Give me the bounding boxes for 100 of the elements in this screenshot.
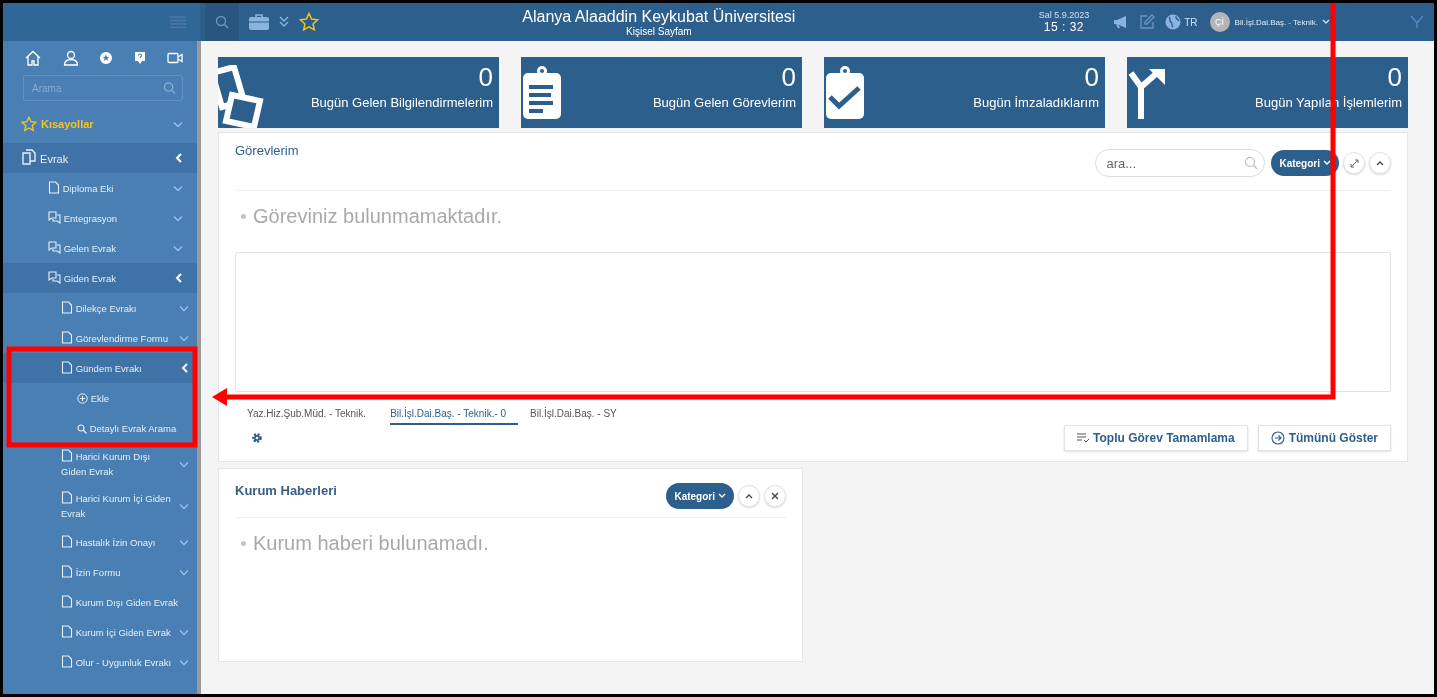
stat-card[interactable]: 0 Bugün İmzaladıklarım: [824, 57, 1105, 128]
expand-button[interactable]: [1343, 152, 1365, 174]
stat-count: 0: [478, 61, 493, 94]
sidebar-item[interactable]: Harici Kurum Dışı Giden Evrak: [3, 443, 197, 485]
sidebar-item[interactable]: Detaylı Evrak Arama: [3, 413, 197, 443]
chevron-down-icon: [179, 502, 189, 510]
globe-icon: [1165, 14, 1182, 30]
document-icon: [61, 654, 73, 668]
search-icon: [77, 423, 87, 434]
sidebar-item[interactable]: Olur - Uygunluk Evrakı: [3, 647, 197, 677]
chevron-down-icon: [179, 304, 189, 312]
sidebar-item[interactable]: İzin Formu: [3, 557, 197, 587]
category-dropdown[interactable]: Kategori: [1271, 150, 1339, 176]
tab[interactable]: Bil.İşl.Dai.Baş. - Teknik.- 0: [390, 406, 519, 425]
close-button[interactable]: [764, 485, 786, 507]
document-icon: [61, 491, 73, 504]
stat-count: 0: [1084, 61, 1099, 94]
chevron-down-icon: [179, 568, 189, 576]
help-icon[interactable]: [133, 51, 146, 65]
shortcuts-item[interactable]: Kısayollar: [3, 105, 197, 143]
home-icon[interactable]: [25, 50, 41, 66]
sidebar-item[interactable]: Evrak: [3, 143, 197, 173]
stat-card[interactable]: 0 Bugün Gelen Bilgilendirmelerim: [218, 57, 499, 128]
sidebar-item[interactable]: Entegrasyon: [3, 203, 197, 233]
caret-icon: [718, 493, 726, 499]
briefcase-icon[interactable]: [249, 14, 269, 30]
collapse-button[interactable]: [1369, 152, 1391, 174]
stat-count: 0: [781, 61, 796, 94]
document-icon: [61, 534, 73, 548]
video-camera-icon[interactable]: [167, 52, 183, 64]
stat-label: Bugün Gelen Bilgilendirmelerim: [310, 94, 493, 112]
document-icon: [61, 624, 73, 638]
sidebar-item[interactable]: Giden Evrak: [3, 263, 197, 293]
chevron-left-icon: [181, 363, 189, 373]
caret-icon: [1323, 160, 1331, 166]
document-icon: [61, 594, 73, 608]
stat-card[interactable]: 0 Bugün Gelen Görevlerim: [521, 57, 802, 128]
chevron-down-icon: [173, 214, 183, 222]
search-icon: [1244, 156, 1259, 170]
language-selector[interactable]: TR: [1165, 14, 1198, 30]
user-menu[interactable]: Bil.İşl.Dai.Baş. - Teknik.: [1234, 17, 1330, 27]
stat-label: Bugün İmzaladıklarım: [973, 94, 1099, 112]
document-icon: [61, 449, 73, 462]
expand-icon: [1349, 158, 1359, 168]
search-field[interactable]: Arama: [23, 75, 183, 101]
action-button[interactable]: Toplu Görev Tamamlama: [1064, 425, 1248, 451]
chevron-down-icon: [173, 184, 183, 192]
star-icon[interactable]: [299, 12, 319, 32]
search-icon: [215, 15, 229, 29]
action-button[interactable]: Tümünü Göster: [1257, 425, 1391, 451]
sidebar-item[interactable]: Kurum Dışı Giden Evrak: [3, 587, 197, 617]
document-icon: [61, 300, 73, 314]
sidebar-item[interactable]: Görevlendirme Formu: [3, 323, 197, 353]
bullet-icon: [241, 541, 246, 546]
chevron-up-icon: [745, 493, 753, 499]
search-button[interactable]: [205, 3, 239, 41]
sidebar-item[interactable]: Diploma Eki: [3, 173, 197, 203]
document-icon: [61, 360, 73, 374]
chevron-left-icon: [175, 273, 183, 283]
filter-icon[interactable]: [1410, 15, 1424, 29]
category-dropdown[interactable]: Kategori: [666, 483, 734, 509]
tab[interactable]: Bil.İşl.Dai.Baş. - SY: [530, 406, 629, 425]
tab[interactable]: Yaz.Hiz.Şub.Müd. - Teknik.: [247, 406, 379, 425]
user-icon[interactable]: [62, 50, 79, 66]
empty-message: Göreviniz bulunmamaktadır.: [253, 205, 502, 228]
bullet-icon: [241, 214, 246, 219]
chevron-down-icon: [173, 120, 183, 128]
sidebar-item[interactable]: Kurum İçi Giden Evrak: [3, 617, 197, 647]
chat-icon: [48, 270, 61, 284]
panel-title: Görevlerim: [235, 143, 299, 158]
chevron-left-icon: [175, 153, 183, 163]
sidebar-item[interactable]: Harici Kurum İçi Giden Evrak: [3, 485, 197, 527]
chat-icon: [48, 210, 61, 224]
clipboard-icon: [521, 65, 563, 121]
documents-icon: [21, 149, 37, 165]
search-icon: [163, 81, 176, 95]
page-subtitle: Kişisel Sayfam: [626, 25, 692, 38]
empty-message: Kurum haberi bulunamadı.: [253, 532, 489, 555]
star-circle-icon[interactable]: [100, 52, 112, 64]
document-icon: [61, 564, 73, 578]
close-icon: [771, 492, 779, 500]
sidebar-item[interactable]: Gelen Evrak: [3, 233, 197, 263]
document-icon: [61, 330, 73, 344]
settings-icon[interactable]: [251, 432, 263, 444]
edit-icon[interactable]: [1139, 14, 1156, 30]
sidebar-item[interactable]: Ekle: [3, 383, 197, 413]
chevron-down-icon: [179, 460, 189, 468]
sidebar-item[interactable]: Hastalık İzin Onayı: [3, 527, 197, 557]
caret-icon: [1322, 19, 1330, 25]
sidebar-item[interactable]: Dilekçe Evrakı: [3, 293, 197, 323]
chevron-down-icon: [179, 628, 189, 636]
chevron-up-icon: [1376, 160, 1384, 166]
double-chevron-icon[interactable]: [279, 16, 289, 28]
add-icon: [77, 392, 88, 404]
arrow-circle-icon: [1270, 431, 1285, 445]
clipboard-check-icon: [824, 65, 866, 121]
stat-label: Bugün Gelen Görevlerim: [652, 94, 796, 112]
chevron-down-icon: [173, 244, 183, 252]
app-title: Alanya Alaaddin Keykubat Üniversitesi: [522, 6, 796, 26]
time-text: 15 : 32: [1043, 20, 1085, 34]
